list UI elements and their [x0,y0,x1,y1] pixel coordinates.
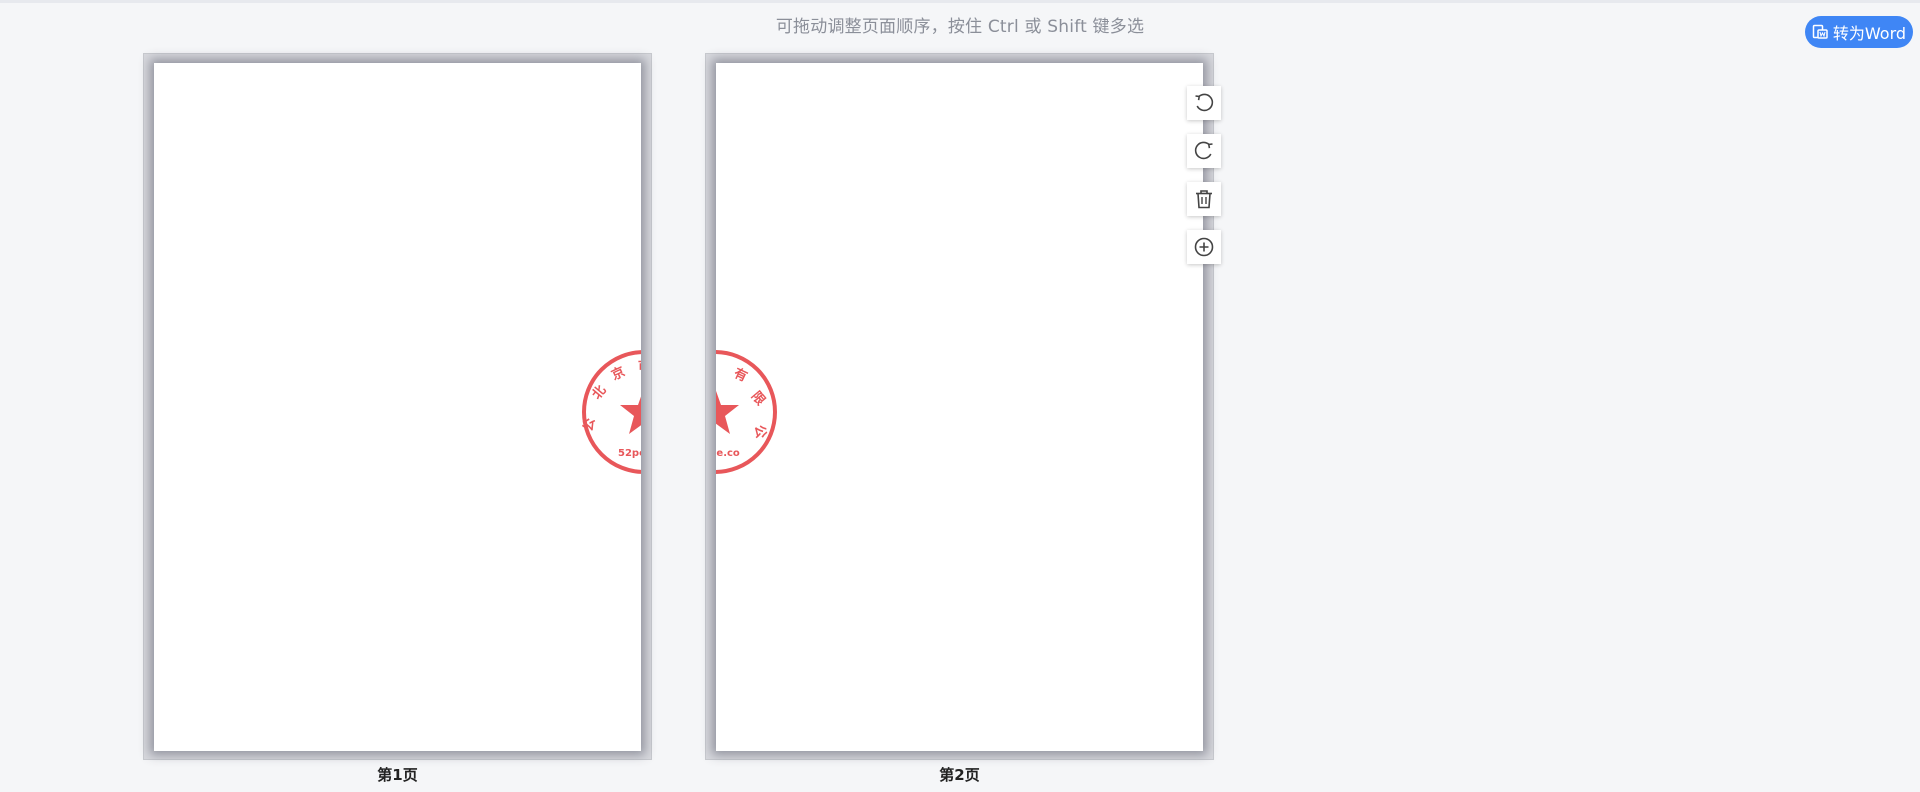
delete-page-button[interactable] [1187,182,1221,216]
svg-text:ie.co: ie.co [716,448,740,459]
svg-text:京: 京 [609,364,628,384]
svg-text:公: 公 [751,424,768,439]
rotate-right-icon [1193,140,1215,162]
page-label: 第1页 [377,766,418,784]
add-page-button[interactable] [1187,230,1221,264]
page-thumbnail-1[interactable]: 北 京 市 公 52po.j [143,53,652,760]
page-thumbnail-2[interactable]: 有 限 公 ie.co [705,53,1214,760]
svg-text:限: 限 [748,389,768,409]
svg-text:有: 有 [731,365,750,385]
seal-stamp-image: 北 京 市 公 52po.j [580,348,641,476]
drag-hint: 可拖动调整页面顺序，按住 Ctrl 或 Shift 键多选 [775,17,1145,37]
plus-circle-icon [1193,236,1215,258]
page-label: 第2页 [939,766,980,784]
convert-to-word-label: 转为Word [1832,24,1907,43]
svg-text:52po.j: 52po.j [618,448,641,459]
page-toolbar [1187,86,1221,278]
rotate-left-icon [1193,92,1215,114]
seal-stamp-image: 有 限 公 ie.co [716,348,779,476]
svg-text:市: 市 [638,358,641,374]
rotate-right-button[interactable] [1187,134,1221,168]
top-border [0,0,1920,3]
convert-to-word-button[interactable]: 转为Word [1805,16,1913,48]
word-doc-icon [1812,24,1828,40]
trash-icon [1193,188,1215,210]
svg-text:北: 北 [590,383,610,403]
page-paper: 有 限 公 ie.co [716,63,1203,751]
rotate-left-button[interactable] [1187,86,1221,120]
svg-text:公: 公 [581,417,598,432]
page-paper: 北 京 市 公 52po.j [154,63,641,751]
